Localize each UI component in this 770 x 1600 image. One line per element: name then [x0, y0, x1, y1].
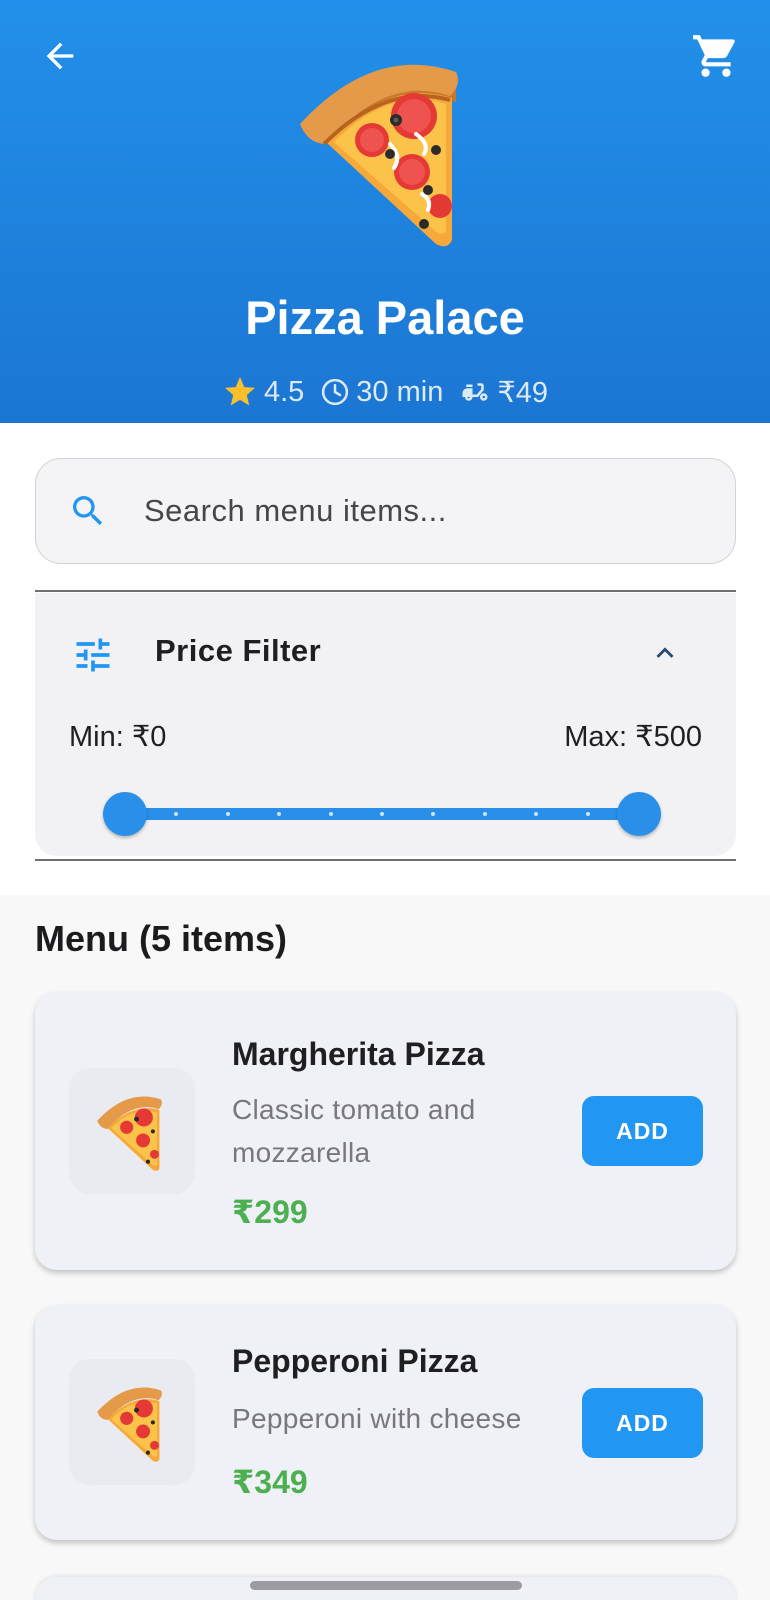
menu-item-image — [69, 1359, 195, 1485]
slider-max-thumb[interactable] — [617, 792, 661, 836]
add-button[interactable]: ADD — [582, 1388, 703, 1458]
clock-icon — [320, 377, 350, 407]
delivery-time: 30 min — [356, 375, 444, 408]
slider-tick — [380, 812, 384, 816]
pizza-slice-icon — [300, 64, 458, 247]
menu-item-description: Classic tomato and mozzarella — [232, 1094, 476, 1168]
restaurant-meta: 4.5 30 min ₹49 — [0, 374, 770, 410]
delivery-scooter-icon — [459, 377, 491, 407]
slider-tick — [328, 812, 333, 816]
price-filter-panel: Price Filter Min: ₹0 Max: ₹500 — [35, 593, 736, 856]
search-icon — [66, 489, 110, 533]
rating-value: 4.5 — [263, 375, 305, 408]
slider-tick — [482, 812, 487, 816]
arrow-back-icon — [46, 42, 74, 70]
restaurant-name: Pizza Palace — [245, 291, 525, 344]
delivery-fee: ₹49 — [497, 376, 549, 409]
pizza-slice-icon — [97, 1096, 162, 1171]
add-button[interactable]: ADD — [582, 1096, 703, 1166]
back-button[interactable] — [36, 32, 84, 80]
menu-item-price: ₹299 — [232, 1194, 308, 1230]
search-bar[interactable] — [35, 458, 736, 564]
price-max-label: Max: ₹500 — [564, 721, 702, 753]
restaurant-header: Pizza Palace 4.5 30 min ₹49 — [0, 0, 770, 423]
menu-title: Menu (5 items) — [35, 918, 288, 959]
star-icon — [222, 374, 258, 410]
cart-button[interactable] — [688, 28, 744, 84]
price-min-label: Min: ₹0 — [69, 721, 167, 753]
menu-item-card[interactable]: Pepperoni Pizza Pepperoni with cheese ₹3… — [35, 1305, 736, 1540]
menu-item-image — [69, 1068, 195, 1194]
tune-icon — [71, 633, 115, 682]
menu-item-description: Pepperoni with cheese — [232, 1403, 522, 1434]
filter-divider-top — [35, 590, 736, 592]
pizza-slice-icon — [97, 1387, 162, 1462]
shopping-cart-icon — [693, 35, 735, 77]
menu-item-card[interactable]: Margherita Pizza Classic tomato and mozz… — [35, 992, 736, 1270]
slider-tick — [585, 812, 590, 816]
slider-tick — [225, 812, 230, 816]
menu-item-price: ₹349 — [232, 1464, 308, 1500]
filter-divider-bottom — [35, 859, 736, 861]
menu-item-name: Margherita Pizza — [232, 1036, 485, 1072]
menu-item-name: Pepperoni Pizza — [232, 1343, 478, 1379]
slider-min-thumb[interactable] — [103, 792, 147, 836]
price-filter-title: Price Filter — [155, 633, 322, 668]
search-input[interactable] — [144, 493, 664, 529]
gesture-home-bar[interactable] — [250, 1581, 522, 1590]
price-range-slider[interactable] — [103, 789, 661, 839]
chevron-up-icon[interactable] — [643, 631, 687, 675]
